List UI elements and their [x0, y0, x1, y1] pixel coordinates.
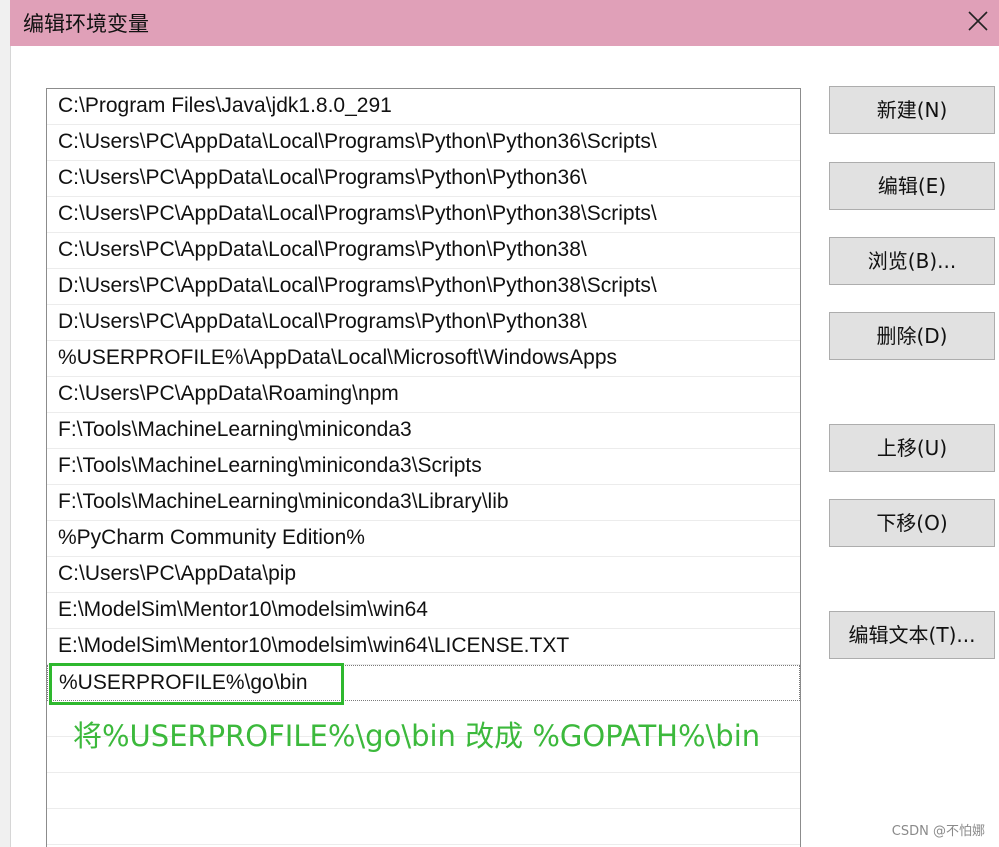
path-entry-label: %USERPROFILE%\AppData\Local\Microsoft\Wi… — [58, 346, 618, 369]
dialog-title: 编辑环境变量 — [23, 12, 149, 36]
close-button[interactable] — [955, 0, 999, 46]
path-list-row[interactable]: C:\Users\PC\AppData\Local\Programs\Pytho… — [47, 125, 800, 161]
edit-text-button[interactable]: 编辑文本(T)... — [829, 611, 995, 659]
edit-button[interactable]: 编辑(E) — [829, 162, 995, 210]
path-list-row[interactable]: %USERPROFILE%\AppData\Local\Microsoft\Wi… — [47, 341, 800, 377]
edit-env-var-dialog: 编辑环境变量 C:\Program Files\Java\jdk1.8.0_29… — [0, 0, 999, 847]
path-list-row[interactable]: C:\Users\PC\AppData\Roaming\npm — [47, 377, 800, 413]
delete-button[interactable]: 删除(D) — [829, 312, 995, 360]
browse-button[interactable]: 浏览(B)... — [829, 237, 995, 285]
path-list-row[interactable]: F:\Tools\MachineLearning\miniconda3 — [47, 413, 800, 449]
title-bar: 编辑环境变量 — [10, 0, 999, 46]
move-up-button[interactable]: 上移(U) — [829, 424, 995, 472]
path-entry-label: C:\Program Files\Java\jdk1.8.0_291 — [58, 94, 392, 117]
path-entry-label: D:\Users\PC\AppData\Local\Programs\Pytho… — [58, 274, 657, 297]
path-list-row[interactable] — [47, 809, 800, 845]
path-entry-label: C:\Users\PC\AppData\Local\Programs\Pytho… — [58, 202, 657, 225]
path-entry-label: F:\Tools\MachineLearning\miniconda3 — [58, 418, 412, 441]
path-list-row[interactable]: %PyCharm Community Edition% — [47, 521, 800, 557]
path-entry-label: E:\ModelSim\Mentor10\modelsim\win64 — [58, 598, 428, 621]
path-list-row[interactable]: E:\ModelSim\Mentor10\modelsim\win64\LICE… — [47, 629, 800, 665]
path-list-row[interactable]: %USERPROFILE%\go\bin — [47, 665, 800, 701]
path-list-row[interactable]: D:\Users\PC\AppData\Local\Programs\Pytho… — [47, 269, 800, 305]
background-window-edge — [0, 0, 11, 847]
path-entry-label: %PyCharm Community Edition% — [58, 526, 365, 549]
move-down-button[interactable]: 下移(O) — [829, 499, 995, 547]
path-entry-label: E:\ModelSim\Mentor10\modelsim\win64\LICE… — [58, 634, 570, 657]
path-list-row[interactable]: C:\Users\PC\AppData\pip — [47, 557, 800, 593]
path-list-row[interactable] — [47, 773, 800, 809]
path-list-row[interactable]: C:\Users\PC\AppData\Local\Programs\Pytho… — [47, 161, 800, 197]
path-entry-label: C:\Users\PC\AppData\Local\Programs\Pytho… — [58, 130, 657, 153]
path-entry-label: C:\Users\PC\AppData\pip — [58, 562, 297, 585]
path-list-row[interactable]: C:\Users\PC\AppData\Local\Programs\Pytho… — [47, 197, 800, 233]
path-list-row[interactable]: F:\Tools\MachineLearning\miniconda3\Scri… — [47, 449, 800, 485]
path-list-row[interactable]: C:\Program Files\Java\jdk1.8.0_291 — [47, 89, 800, 125]
path-entry-label: C:\Users\PC\AppData\Roaming\npm — [58, 382, 399, 405]
watermark: CSDN @不怕娜 — [891, 824, 985, 839]
path-entry-label: D:\Users\PC\AppData\Local\Programs\Pytho… — [58, 310, 587, 333]
close-icon — [968, 11, 988, 31]
path-list-row[interactable]: E:\ModelSim\Mentor10\modelsim\win64 — [47, 593, 800, 629]
path-entry-label: C:\Users\PC\AppData\Local\Programs\Pytho… — [58, 238, 587, 261]
path-list-row[interactable]: C:\Users\PC\AppData\Local\Programs\Pytho… — [47, 233, 800, 269]
new-button[interactable]: 新建(N) — [829, 86, 995, 134]
path-list-row[interactable]: F:\Tools\MachineLearning\miniconda3\Libr… — [47, 485, 800, 521]
path-entry-label: F:\Tools\MachineLearning\miniconda3\Libr… — [58, 490, 509, 513]
path-entry-label: F:\Tools\MachineLearning\miniconda3\Scri… — [58, 454, 482, 477]
path-entry-label: %USERPROFILE%\go\bin — [59, 671, 308, 694]
path-entry-label: C:\Users\PC\AppData\Local\Programs\Pytho… — [58, 166, 587, 189]
path-list-row[interactable]: D:\Users\PC\AppData\Local\Programs\Pytho… — [47, 305, 800, 341]
annotation-text: 将%USERPROFILE%\go\bin 改成 %GOPATH%\bin — [73, 719, 761, 753]
